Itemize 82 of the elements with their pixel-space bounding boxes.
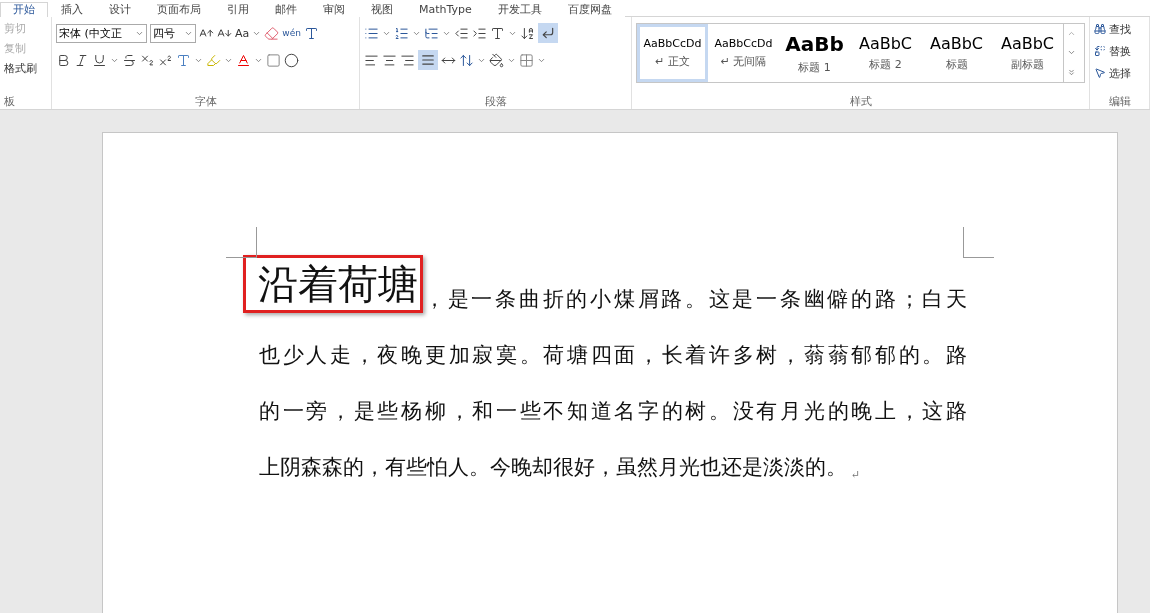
multilevel-list-icon[interactable] [424,25,439,41]
crop-mark [963,227,994,258]
style-option[interactable]: AaBbC 标题 [921,24,992,82]
superscript-icon[interactable] [158,52,173,68]
subscript-icon[interactable] [140,52,155,68]
body-text: ，是一条曲折的小煤屑路。这是一条幽僻的路；白天 [424,286,967,313]
editing-icon [1094,45,1106,57]
style-preview: AaBbCcDd [714,37,773,50]
increase-indent-icon[interactable] [472,25,487,41]
style-option[interactable]: AaBbC 副标题 [992,24,1063,82]
style-preview: AaBbC [858,34,913,53]
justify-button[interactable] [418,50,438,70]
ribbon-tab[interactable]: 百度网盘 [554,2,625,17]
style-preview: AaBb [785,31,844,56]
bold-icon[interactable] [56,52,71,68]
style-label: 标题 1 [798,59,831,75]
style-preview: AaBbCcDd [643,37,702,50]
group-label: 字体 [193,94,218,109]
numbering-icon[interactable] [394,25,409,41]
highlighted-text: 沿着荷塘 [243,255,423,313]
style-label: 副标题 [1011,57,1044,72]
ribbon-tab[interactable]: 设计 [96,2,144,17]
underline-icon[interactable] [92,52,107,68]
strikethrough-icon[interactable] [122,52,137,68]
body-text: 也少人走，夜晚更加寂寞。荷塘四面，长着许多树，蓊蓊郁郁的。路 [259,342,967,369]
letter-icon[interactable] [490,25,505,41]
editing-icon [1094,23,1106,35]
sort-icon[interactable] [520,25,535,41]
ribbon-tab[interactable]: 引用 [214,2,262,17]
return-icon [541,26,555,40]
ribbon-tab[interactable]: 开发工具 [484,2,555,17]
style-label: 标题 2 [869,57,902,72]
change-case-button[interactable]: Aa [235,26,250,40]
group-label: 段落 [483,94,508,109]
decrease-indent-icon[interactable] [454,25,469,41]
ribbon-tab[interactable]: 邮件 [262,2,310,17]
circle-icon[interactable] [284,52,299,68]
ribbon-tab[interactable]: 视图 [358,2,406,17]
paint-bucket-icon[interactable] [489,52,504,68]
body-text: 的一旁，是些杨柳，和一些不知道名字的树。没有月光的晚上，这路 [259,398,967,425]
pinyin-button[interactable]: wén [282,28,301,38]
paragraph-marks-button[interactable] [538,23,558,43]
style-label: ↵ 正文 [655,54,690,69]
clipboard-button[interactable]: 格式刷 [4,61,47,76]
more-icon [1066,67,1076,77]
align-center-icon[interactable] [382,52,397,68]
ribbon-tab[interactable]: 开始 [0,2,48,17]
letter-icon[interactable] [303,25,319,41]
bullets-icon[interactable] [364,25,379,41]
text-effect-icon[interactable] [176,52,191,68]
ribbon-tab[interactable]: MathType [406,2,485,17]
paragraph-mark: ↵ [851,468,861,481]
body-text: 上阴森森的，有些怕人。今晚却很好，虽然月光也还是淡淡的。 [259,454,847,481]
borders-icon[interactable] [519,52,534,68]
group-label: 编辑 [1107,94,1132,109]
crop-mark [226,227,257,258]
style-preview: AaBbC [929,34,984,53]
style-option[interactable]: AaBbCcDd ↵ 正文 [637,24,708,82]
group-label: 板 [4,94,16,109]
style-option[interactable]: AaBbC 标题 2 [850,24,921,82]
editing-button[interactable]: 选择 [1109,65,1131,81]
justify-icon [421,53,435,67]
style-option[interactable]: AaBbCcDd ↵ 无间隔 [708,24,779,82]
align-right-icon[interactable] [400,52,415,68]
eraser-icon[interactable] [264,25,280,41]
style-option[interactable]: AaBb 标题 1 [779,24,850,82]
editing-button[interactable]: 查找 [1109,21,1131,37]
font-name-field[interactable]: 宋体 (中文正 [56,23,147,43]
ribbon-tab[interactable]: 插入 [48,2,96,17]
align-left-icon[interactable] [364,52,379,68]
font-size-field[interactable]: 四号 [150,23,196,43]
group-label: 样式 [848,94,873,109]
editing-icon [1094,67,1106,79]
style-label: 标题 [945,57,968,72]
ribbon-tab[interactable]: 审阅 [310,2,358,17]
italic-icon[interactable] [74,52,89,68]
style-preview: AaBbC [1000,34,1055,53]
font-color-icon[interactable] [236,52,251,68]
style-label: ↵ 无间隔 [720,54,767,69]
editing-button[interactable]: 替换 [1109,43,1131,59]
ribbon-tab[interactable]: 页面布局 [144,2,214,17]
line-spacing-icon[interactable] [459,52,474,68]
